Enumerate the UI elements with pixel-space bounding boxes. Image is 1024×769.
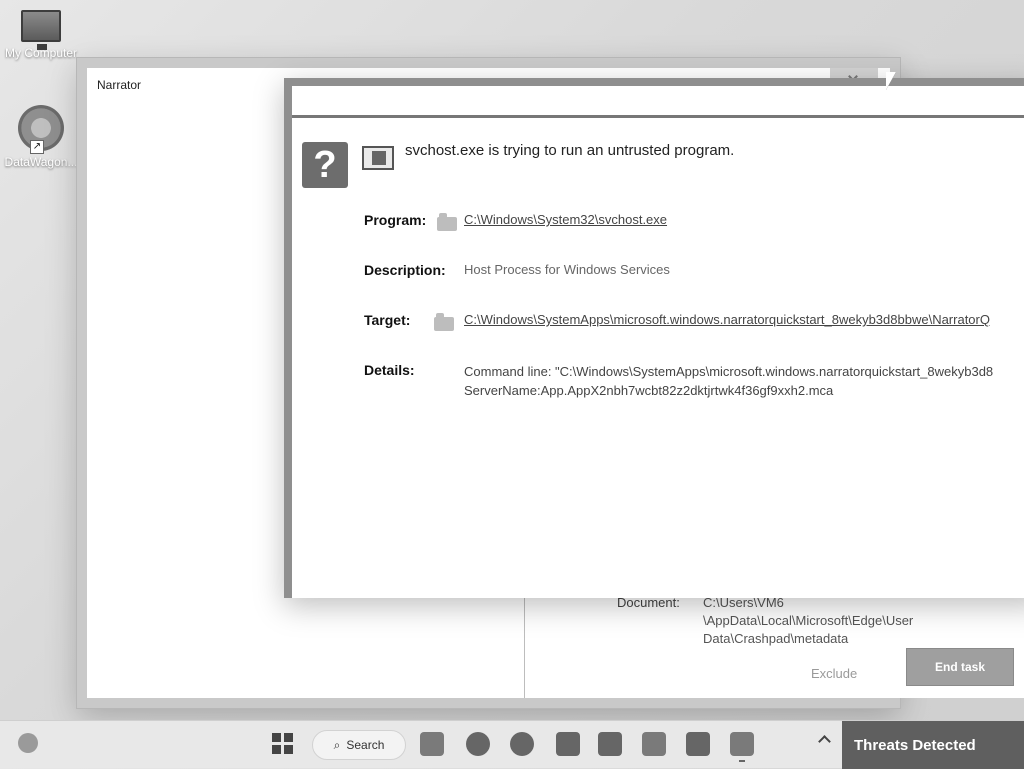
target-label: Target: (364, 312, 411, 328)
program-path-link[interactable]: C:\Windows\System32\svchost.exe (464, 212, 667, 227)
shortcut-arrow-icon: ↗ (30, 140, 44, 154)
desktop-icon-label: DataWagon... (4, 155, 78, 169)
exclude-button[interactable]: Exclude (811, 666, 857, 681)
store-icon[interactable] (598, 732, 622, 756)
details-line-2: ServerName:App.AppX2nbh7wcbt82z2dktjrtwk… (464, 383, 834, 398)
program-icon (362, 146, 394, 170)
details-line-1: Command line: "C:\Windows\SystemApps\mic… (464, 364, 994, 379)
monitor-icon (21, 10, 61, 50)
end-task-button[interactable]: End task (906, 648, 1014, 686)
edge-icon[interactable] (510, 732, 534, 756)
background-window-lower: Document: C:\Users\VM6 \AppData\Local\Mi… (524, 590, 1024, 698)
description-value: Host Process for Windows Services (464, 262, 670, 277)
chevron-up-icon[interactable] (818, 735, 830, 747)
start-button[interactable] (272, 733, 294, 755)
narrator-app-icon[interactable] (730, 732, 754, 756)
details-label: Details: (364, 362, 415, 378)
program-label: Program: (364, 212, 427, 228)
security-icon[interactable] (686, 732, 710, 756)
search-box[interactable]: ⌕ Search (312, 730, 406, 760)
description-label: Description: (364, 262, 446, 278)
task-view-icon[interactable] (420, 732, 444, 756)
snowflake-icon: ↗ (18, 105, 64, 154)
alert-title: svchost.exe is trying to run an untruste… (405, 142, 735, 159)
chat-icon[interactable] (466, 732, 490, 756)
desktop-icon-datawagon[interactable]: ↗ DataWagon... (2, 105, 80, 169)
narrator-title: Narrator (97, 78, 142, 92)
desktop-icon-my-computer[interactable]: My Computer (2, 10, 80, 60)
target-path-link[interactable]: C:\Windows\SystemApps\microsoft.windows.… (464, 312, 990, 327)
document-value: C:\Users\VM6 \AppData\Local\Microsoft\Ed… (703, 595, 914, 646)
details-text: Command line: "C:\Windows\SystemApps\mic… (464, 362, 1024, 400)
threats-detected-notification[interactable]: Threats Detected (842, 721, 1024, 769)
mail-icon[interactable] (642, 732, 666, 756)
active-indicator (739, 760, 745, 762)
search-icon: ⌕ (333, 737, 341, 752)
alert-titlebar (292, 86, 1024, 118)
search-label: Search (346, 738, 385, 752)
security-alert-window: ? svchost.exe is trying to run an untrus… (284, 78, 1024, 598)
folder-icon (434, 313, 454, 331)
file-explorer-icon[interactable] (556, 732, 580, 756)
folder-icon (437, 213, 457, 231)
mouse-cursor-icon (886, 72, 900, 92)
taskbar: ⌕ Search Threats Detected (0, 720, 1024, 769)
question-icon: ? (302, 142, 348, 188)
widgets-icon[interactable] (18, 733, 38, 753)
